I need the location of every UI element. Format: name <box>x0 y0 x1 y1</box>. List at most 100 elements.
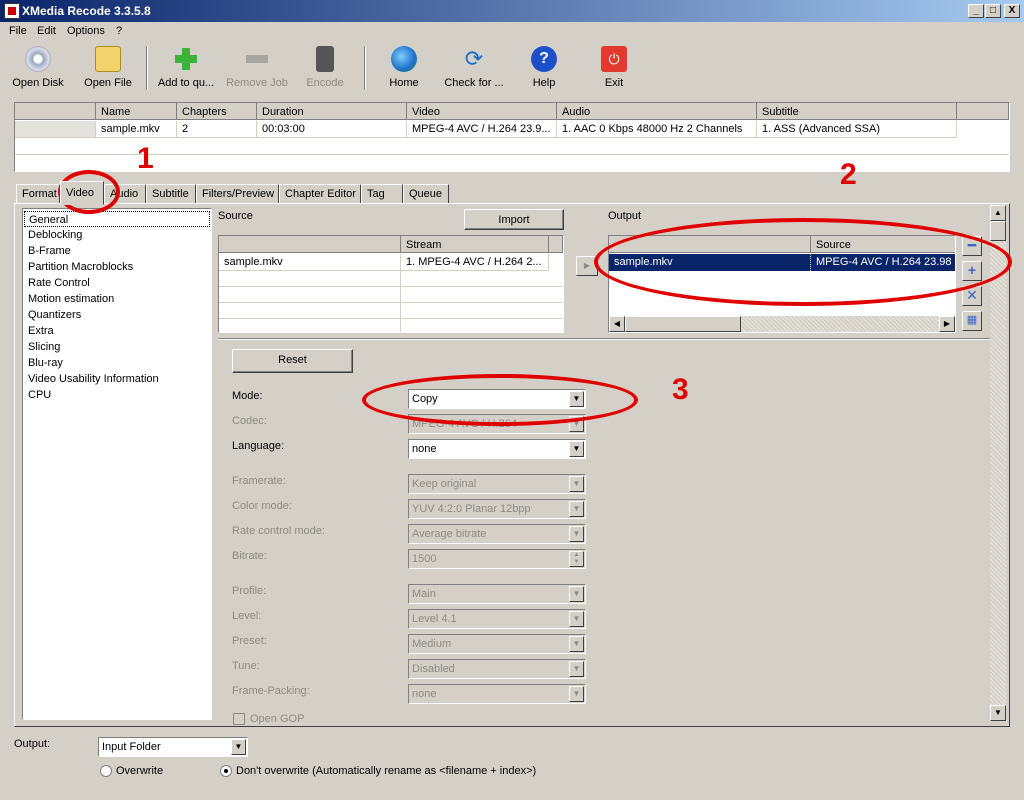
grid-header-blank <box>15 103 96 120</box>
output-folder-select[interactable]: Input Folder ▼ <box>98 737 248 757</box>
nav-blu-ray[interactable]: Blu-ray <box>28 355 63 371</box>
tab-queue[interactable]: Queue <box>403 184 449 204</box>
scroll-down-arrow[interactable]: ▼ <box>990 705 1006 721</box>
minimize-button[interactable]: _ <box>968 4 984 18</box>
menu-help[interactable]: ? <box>116 25 122 37</box>
menu-edit[interactable]: Edit <box>37 25 56 37</box>
annotation-number-2: 2 <box>840 158 857 191</box>
grid-header-subtitle[interactable]: Subtitle <box>757 103 957 120</box>
tune-select[interactable]: Disabled ▼ <box>408 659 586 679</box>
chevron-down-icon: ▼ <box>569 586 584 602</box>
import-button[interactable]: Import <box>464 209 564 230</box>
close-button[interactable]: X <box>1004 4 1020 18</box>
maximize-button[interactable]: □ <box>985 4 1001 18</box>
level-select[interactable]: Level 4.1 ▼ <box>408 609 586 629</box>
nav-deblocking[interactable]: Deblocking <box>28 227 82 243</box>
open-gop-checkbox[interactable] <box>233 713 245 725</box>
nav-video-usability-information[interactable]: Video Usability Information <box>28 371 159 387</box>
output-folder-label: Output: <box>14 738 51 750</box>
table-row[interactable]: sample.mkv 1. MPEG-4 AVC / H.264 2... <box>219 254 563 271</box>
preset-select[interactable]: Medium ▼ <box>408 634 586 654</box>
tab-tag[interactable]: Tag <box>361 184 403 204</box>
color-mode-label: Color mode: <box>232 500 292 512</box>
encode-icon <box>316 46 334 72</box>
scroll-up-arrow[interactable]: ▲ <box>990 205 1006 221</box>
nav-partition-macroblocks[interactable]: Partition Macroblocks <box>28 259 133 275</box>
bitrate-spinner[interactable]: 1500 ▲ ▼ <box>408 549 586 569</box>
nav-slicing[interactable]: Slicing <box>28 339 60 355</box>
source-cell-stream: 1. MPEG-4 AVC / H.264 2... <box>401 254 549 271</box>
help-button[interactable]: ? Help <box>522 46 566 92</box>
help-icon: ? <box>531 46 557 72</box>
tune-label: Tune: <box>232 660 260 672</box>
nav-motion-estimation[interactable]: Motion estimation <box>28 291 114 307</box>
grid-header-audio[interactable]: Audio <box>557 103 757 120</box>
annotation-ellipse-mode <box>362 374 638 426</box>
chevron-down-icon: ▼ <box>569 686 584 702</box>
output-label: Output <box>608 210 642 222</box>
check-for-updates-button[interactable]: ⟳ Check for ... <box>440 46 508 92</box>
preset-label: Preset: <box>232 635 267 647</box>
encode-button[interactable]: Encode <box>300 46 350 92</box>
add-to-queue-button[interactable]: Add to qu... <box>154 46 218 92</box>
grid-header-duration[interactable]: Duration <box>257 103 407 120</box>
scroll-left-arrow[interactable]: ◀ <box>609 316 625 332</box>
grid-header-chapters[interactable]: Chapters <box>177 103 257 120</box>
language-select[interactable]: none ▼ <box>408 439 586 459</box>
open-file-button[interactable]: Open File <box>80 46 136 92</box>
tab-filters-preview[interactable]: Filters/Preview <box>196 184 279 204</box>
framerate-select[interactable]: Keep original ▼ <box>408 474 586 494</box>
nav-rate-control[interactable]: Rate Control <box>28 275 90 291</box>
nav-extra[interactable]: Extra <box>28 323 54 339</box>
remove-job-button[interactable]: Remove Job <box>224 46 290 92</box>
profile-label: Profile: <box>232 585 267 597</box>
tab-subtitle[interactable]: Subtitle <box>146 184 196 204</box>
profile-select[interactable]: Main ▼ <box>408 584 586 604</box>
nav-general[interactable]: General <box>24 211 210 227</box>
scroll-thumb[interactable] <box>990 221 1006 241</box>
empty-row <box>15 138 1009 155</box>
folder-icon <box>95 46 121 72</box>
table-row[interactable]: sample.mkv 2 00:03:00 MPEG-4 AVC / H.264… <box>15 121 1009 138</box>
tab-video[interactable]: Video <box>60 181 104 205</box>
app-icon <box>4 3 20 19</box>
scroll-thumb[interactable] <box>625 316 741 332</box>
rate-control-mode-label: Rate control mode: <box>232 525 325 537</box>
overwrite-radio[interactable] <box>100 765 112 777</box>
title-bar: XMedia Recode 3.3.5.8 _ □ X <box>0 0 1024 22</box>
open-disk-button[interactable]: Open Disk <box>8 46 68 92</box>
tab-format[interactable]: Format <box>16 184 60 204</box>
language-label: Language: <box>232 440 284 452</box>
file-grid[interactable]: Name Chapters Duration Video Audio Subti… <box>14 102 1010 172</box>
source-header-stream[interactable]: Stream <box>401 236 549 253</box>
chevron-down-icon: ▼ <box>569 501 584 517</box>
properties-icon[interactable]: ▦ <box>962 311 982 331</box>
rate-control-mode-select[interactable]: Average bitrate ▼ <box>408 524 586 544</box>
color-mode-select[interactable]: YUV 4:2:0 Planar 12bpp ▼ <box>408 499 586 519</box>
annotation-number-3: 3 <box>672 373 689 406</box>
grid-header-name[interactable]: Name <box>96 103 177 120</box>
dont-overwrite-radio[interactable] <box>220 765 232 777</box>
menu-options[interactable]: Options <box>67 25 105 37</box>
menu-file[interactable]: File <box>9 25 27 37</box>
source-streams-grid[interactable]: Stream sample.mkv 1. MPEG-4 AVC / H.264 … <box>218 235 564 333</box>
reset-button[interactable]: Reset <box>232 349 353 373</box>
scroll-right-arrow[interactable]: ▶ <box>939 316 955 332</box>
grid-header-video[interactable]: Video <box>407 103 557 120</box>
output-horizontal-scrollbar[interactable]: ◀ ▶ <box>609 316 955 332</box>
mode-label: Mode: <box>232 390 263 402</box>
nav-quantizers[interactable]: Quantizers <box>28 307 81 323</box>
globe-icon <box>391 46 417 72</box>
panel-vertical-scrollbar[interactable]: ▲ ▼ <box>990 205 1006 721</box>
tab-chapter-editor[interactable]: Chapter Editor <box>279 184 361 204</box>
video-settings-nav[interactable]: General Deblocking B-Frame Partition Mac… <box>22 208 212 720</box>
exit-button[interactable]: ⏻ Exit <box>592 46 636 92</box>
home-button[interactable]: Home <box>382 46 426 92</box>
nav-b-frame[interactable]: B-Frame <box>28 243 71 259</box>
annotation-number-1: 1 <box>137 142 154 175</box>
chevron-down-icon: ▼ <box>569 611 584 627</box>
refresh-icon: ⟳ <box>464 46 484 71</box>
chevron-down-icon: ▼ <box>569 441 584 457</box>
nav-cpu[interactable]: CPU <box>28 387 51 403</box>
frame-packing-select[interactable]: none ▼ <box>408 684 586 704</box>
